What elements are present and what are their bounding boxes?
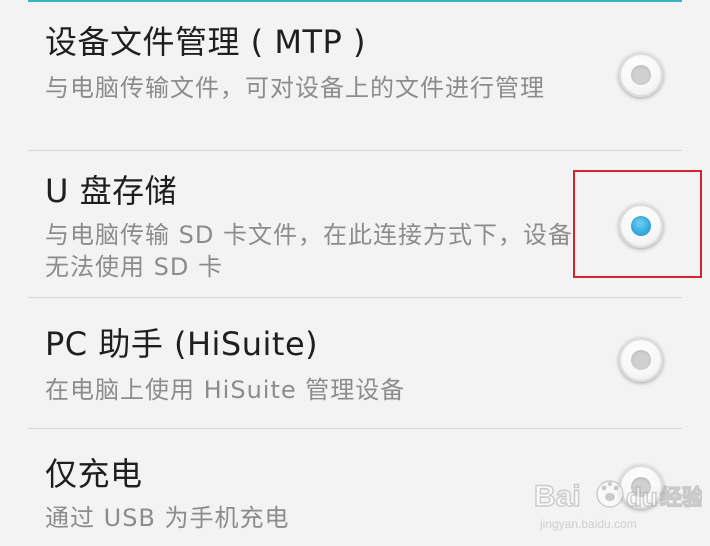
option-title-charge-only: 仅充电	[45, 455, 143, 493]
option-description-charge-only: 通过 USB 为手机充电	[45, 504, 290, 532]
selection-highlight-box	[573, 170, 702, 278]
svg-text:经验: 经验	[660, 485, 702, 511]
option-description-mass-storage: 与电脑传输 SD 卡文件，在此连接方式下，设备无法使用 SD 卡	[45, 221, 573, 281]
svg-text:Bai: Bai	[534, 480, 581, 513]
option-title-mass-storage: U 盘存储	[45, 172, 178, 210]
option-title-hisuite: PC 助手 (HiSuite)	[45, 325, 319, 363]
option-description-mtp: 与电脑传输文件，可对设备上的文件进行管理	[45, 74, 545, 102]
usb-option-hisuite[interactable]: PC 助手 (HiSuite) 在电脑上使用 HiSuite 管理设备	[0, 298, 710, 428]
option-title-mtp: 设备文件管理 ( MTP )	[45, 23, 366, 61]
usb-option-mtp[interactable]: 设备文件管理 ( MTP ) 与电脑传输文件，可对设备上的文件进行管理	[0, 0, 710, 150]
baidu-watermark-logo: Bai du 经验 jingyan.baidu.com	[532, 470, 702, 540]
option-description-hisuite: 在电脑上使用 HiSuite 管理设备	[45, 376, 406, 404]
radio-button-hisuite[interactable]	[619, 338, 663, 382]
radio-button-mtp[interactable]	[619, 53, 663, 97]
svg-text:jingyan.baidu.com: jingyan.baidu.com	[539, 517, 637, 531]
svg-text:du: du	[626, 482, 658, 512]
